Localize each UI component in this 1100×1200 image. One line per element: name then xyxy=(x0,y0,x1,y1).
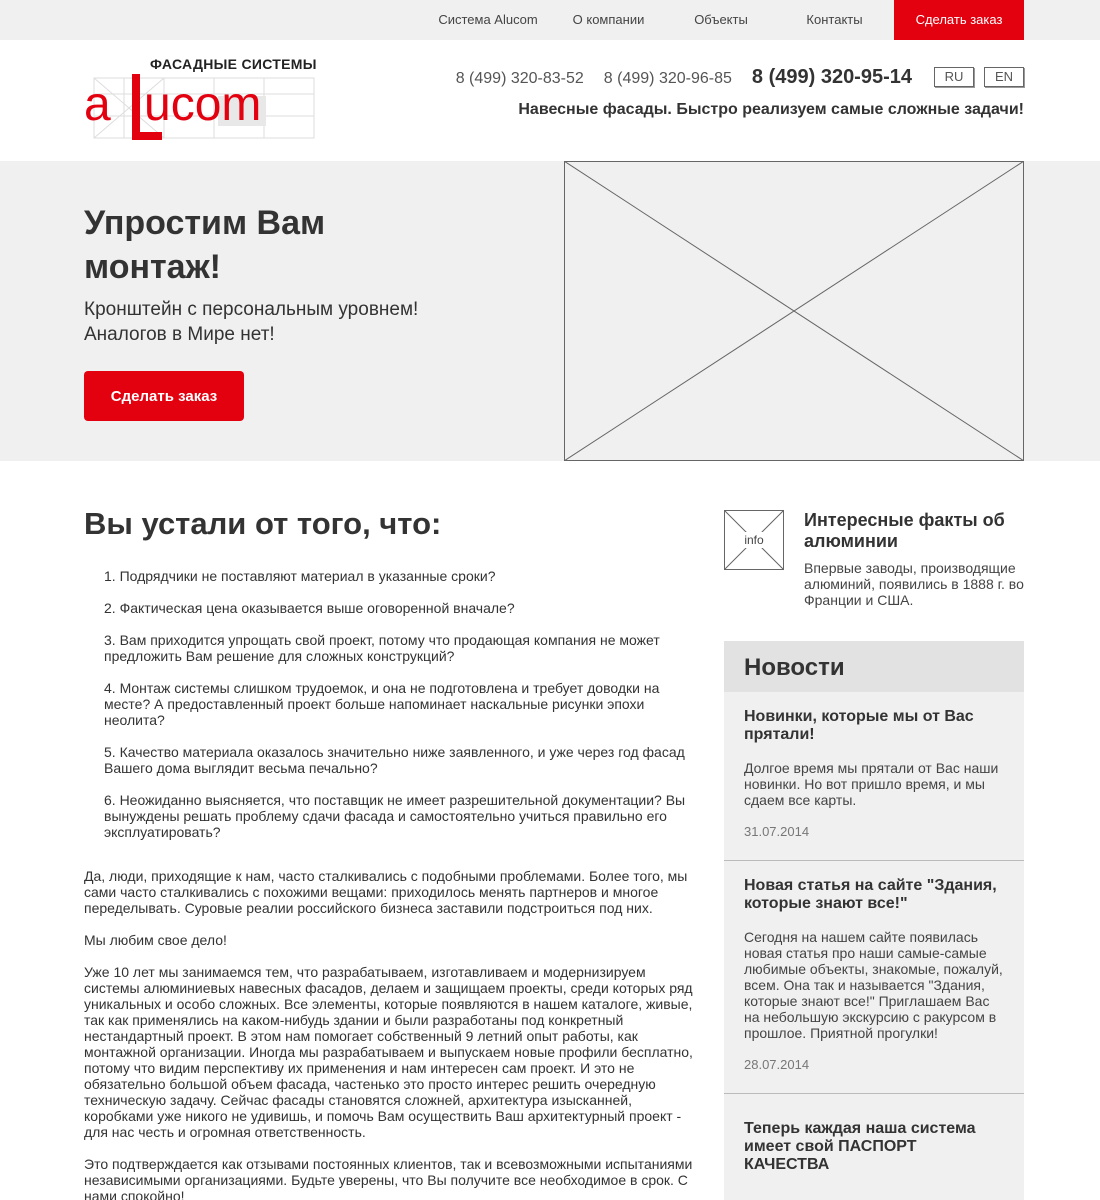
news-text: Сегодня на нашем сайте появилась новая с… xyxy=(744,929,1003,1041)
svg-text:ucom: ucom xyxy=(144,78,261,131)
fact-title: Интересные факты об алюминии xyxy=(804,510,1005,551)
info-icon: info xyxy=(724,510,784,570)
paragraph: Это подтверждается как отзывами постоянн… xyxy=(84,1156,693,1200)
hero-title: Упростим Вам монтаж! xyxy=(84,204,326,286)
list-item: 3. Вам приходится упрощать свой проект, … xyxy=(104,632,660,664)
list-item: 5. Качество материала оказалось значител… xyxy=(104,744,685,776)
phone-number[interactable]: 8 (499) 320-83-52 xyxy=(456,70,584,88)
main-content: Вы устали от того, что: 1. Подрядчики не… xyxy=(84,490,704,1200)
fact-text: Впервые заводы, производящие алюминий, п… xyxy=(804,560,1024,608)
news-panel: Новости Новинки, которые мы от Вас прята… xyxy=(724,641,1024,1200)
hero-banner: Упростим Вам монтаж! Кронштейн с персона… xyxy=(0,161,1100,461)
news-date: 31.07.2014 xyxy=(744,824,810,839)
list-item: 2. Фактическая цена оказывается выше ого… xyxy=(104,600,515,616)
nav-link-contacts[interactable]: Контакты xyxy=(775,0,894,40)
news-heading: Новости xyxy=(724,641,1024,692)
hero-order-button[interactable]: Сделать заказ xyxy=(84,371,244,421)
lang-ru-button[interactable]: RU xyxy=(934,67,974,87)
logo[interactable]: ФАСАДНЫЕ СИСТЕМЫ a ucom xyxy=(84,56,324,152)
svg-text:a: a xyxy=(84,78,111,131)
hero-subtitle-line: Кронштейн с персональным уровнем! xyxy=(84,299,419,320)
news-text: Долгое время мы прятали от Вас наши нови… xyxy=(744,760,999,808)
paragraph: Мы любим свое дело! xyxy=(84,932,227,948)
nav-link-system[interactable]: Система Alucom xyxy=(426,0,550,40)
nav-order-button[interactable]: Сделать заказ xyxy=(894,0,1024,40)
news-date: 28.07.2014 xyxy=(744,1057,810,1072)
phone-number[interactable]: 8 (499) 320-96-85 xyxy=(604,70,732,88)
news-item[interactable]: Теперь каждая наша система имеет свой ПА… xyxy=(724,1094,1024,1194)
lang-en-button[interactable]: EN xyxy=(984,67,1024,87)
hero-subtitle: Кронштейн с персональным уровнем! Аналог… xyxy=(84,297,504,347)
problems-heading: Вы устали от того, что: xyxy=(84,506,442,541)
problems-list: 1. Подрядчики не поставляют материал в у… xyxy=(104,568,704,840)
top-nav: Система Alucom О компании Объекты Контак… xyxy=(426,0,1024,40)
list-item: 1. Подрядчики не поставляют материал в у… xyxy=(104,568,496,584)
news-title[interactable]: Новая статья на сайте "Здания, которые з… xyxy=(744,877,1004,913)
info-icon-label: info xyxy=(744,533,764,547)
top-navigation-bar: Система Alucom О компании Объекты Контак… xyxy=(0,0,1100,40)
news-title[interactable]: Теперь каждая наша система имеет свой ПА… xyxy=(744,1120,1004,1174)
aluminium-fact: info Интересные факты об алюминии Впервы… xyxy=(724,510,1024,610)
phone-block: 8 (499) 320-83-52 8 (499) 320-96-85 8 (4… xyxy=(456,66,1024,89)
about-text: Да, люди, приходящие к нам, часто сталки… xyxy=(84,868,704,1200)
paragraph: Уже 10 лет мы занимаемся тем, что разраб… xyxy=(84,964,693,1140)
news-item[interactable]: Новая статья на сайте "Здания, которые з… xyxy=(724,861,1024,1094)
nav-link-about[interactable]: О компании xyxy=(550,0,667,40)
phone-number-main[interactable]: 8 (499) 320-95-14 xyxy=(752,66,912,89)
list-item: 4. Монтаж системы слишком трудоемок, и о… xyxy=(104,680,660,728)
logo-wordmark: a ucom xyxy=(84,74,315,140)
paragraph: Да, люди, приходящие к нам, часто сталки… xyxy=(84,868,688,916)
header-tagline: Навесные фасады. Быстро реализуем самые … xyxy=(518,101,1024,118)
news-item[interactable]: Новинки, которые мы от Вас прятали! Долг… xyxy=(724,692,1024,861)
hero-subtitle-line: Аналогов в Мире нет! xyxy=(84,324,275,345)
nav-link-objects[interactable]: Объекты xyxy=(667,0,775,40)
news-title[interactable]: Новинки, которые мы от Вас прятали! xyxy=(744,708,1004,744)
list-item: 6. Неожиданно выясняется, что поставщик … xyxy=(104,792,686,840)
image-placeholder-icon xyxy=(564,161,1024,461)
